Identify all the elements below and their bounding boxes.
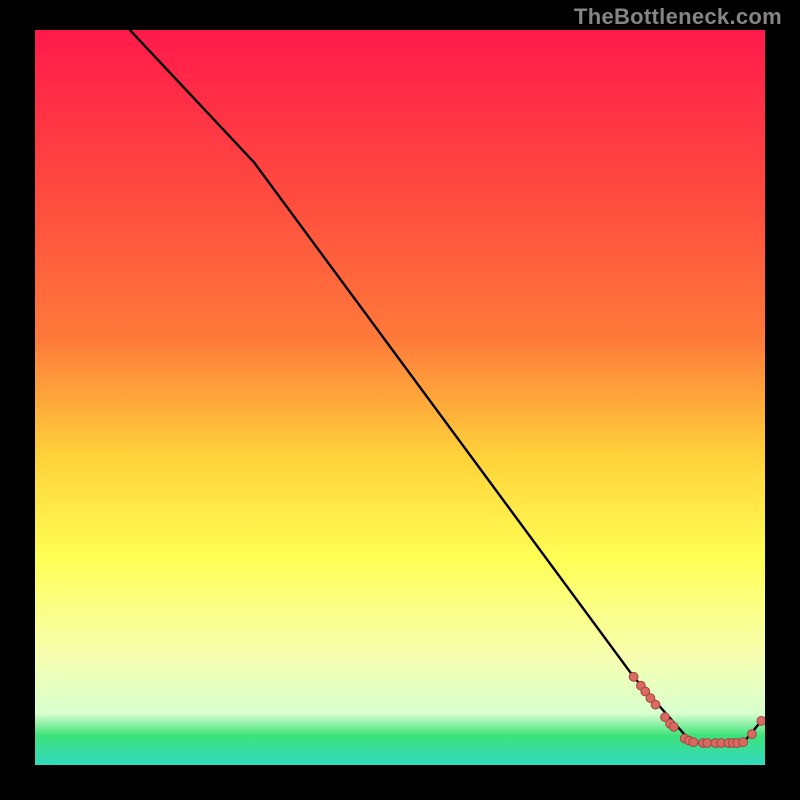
sample-point [689, 738, 698, 747]
sample-point [629, 672, 638, 681]
sample-point [669, 722, 678, 731]
sample-point [703, 739, 712, 748]
chart-svg [35, 30, 765, 765]
sample-point [739, 738, 748, 747]
watermark-text: TheBottleneck.com [574, 4, 782, 30]
plot-area [35, 30, 765, 765]
sample-point [651, 700, 660, 709]
sample-point [757, 717, 765, 726]
chart-stage: TheBottleneck.com [0, 0, 800, 800]
sample-point [748, 730, 757, 739]
